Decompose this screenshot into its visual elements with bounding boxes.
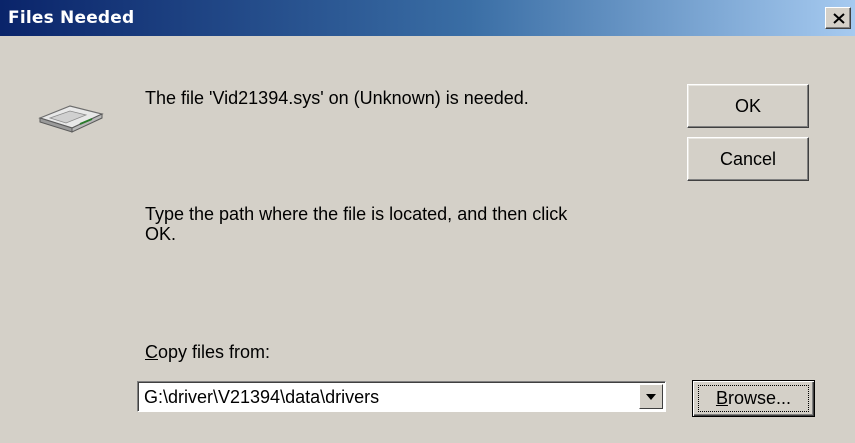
- copy-files-from-value[interactable]: G:\driver\V21394\data\drivers: [144, 386, 379, 408]
- ok-button[interactable]: OK: [687, 84, 809, 128]
- copy-files-from-combobox[interactable]: G:\driver\V21394\data\drivers: [137, 381, 666, 412]
- browse-button[interactable]: Browse...: [692, 380, 815, 417]
- copy-files-from-label: Copy files from:: [145, 342, 270, 362]
- cancel-button[interactable]: Cancel: [687, 137, 809, 181]
- chevron-down-icon: [646, 394, 656, 400]
- instruction-line-2: OK.: [145, 224, 177, 244]
- copy-label-text: opy files from:: [158, 342, 271, 362]
- ok-button-label: OK: [734, 96, 761, 116]
- focus-rectangle: [698, 385, 809, 412]
- window-title: Files Needed: [8, 8, 135, 28]
- title-bar[interactable]: Files Needed: [0, 0, 855, 36]
- instruction-line-1: Type the path where the file is located,…: [145, 204, 568, 224]
- file-needed-message: The file 'Vid21394.sys' on (Unknown) is …: [145, 88, 529, 108]
- cancel-button-label: Cancel: [719, 149, 777, 169]
- close-button[interactable]: [825, 7, 851, 29]
- disk-drive-icon: [38, 105, 104, 133]
- close-icon: [833, 13, 845, 24]
- dropdown-button[interactable]: [639, 384, 663, 409]
- copy-label-hotkey: C: [145, 342, 158, 362]
